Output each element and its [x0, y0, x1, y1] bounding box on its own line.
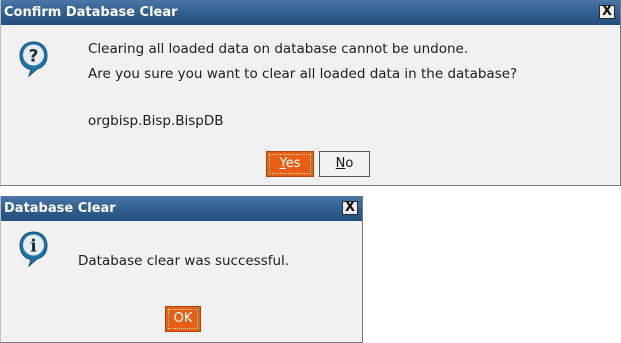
confirm-dialog-titlebar[interactable]: Confirm Database Clear	[1, 0, 620, 25]
question-icon: ?	[19, 41, 48, 78]
confirm-clear-dialog: Confirm Database Clear X ? Clearing all …	[0, 0, 621, 186]
confirm-database-name: orgbisp.Bisp.BispDB	[88, 113, 224, 129]
svg-text:?: ?	[29, 47, 39, 67]
confirm-dialog-title: Confirm Database Clear	[4, 5, 178, 20]
result-message: Database clear was successful.	[78, 253, 290, 269]
result-dialog-titlebar[interactable]: Database Clear	[1, 196, 362, 221]
result-dialog-close-icon[interactable]: X	[342, 201, 358, 215]
no-button-label: o	[345, 156, 354, 171]
yes-button[interactable]: Yes	[266, 151, 314, 177]
confirm-message-line1: Clearing all loaded data on database can…	[88, 41, 469, 57]
no-button[interactable]: No	[319, 151, 370, 177]
yes-button-label: es	[285, 156, 301, 171]
ok-button[interactable]: OK	[165, 306, 201, 332]
svg-text:i: i	[30, 237, 37, 257]
database-clear-result-dialog: Database Clear X i Database clear was su…	[0, 196, 363, 343]
result-dialog-title: Database Clear	[4, 201, 116, 216]
confirm-dialog-close-icon[interactable]: X	[599, 5, 615, 19]
info-icon: i	[19, 231, 48, 268]
confirm-message-line2: Are you sure you want to clear all loade…	[88, 66, 518, 82]
no-button-mnemonic: N	[335, 156, 346, 171]
